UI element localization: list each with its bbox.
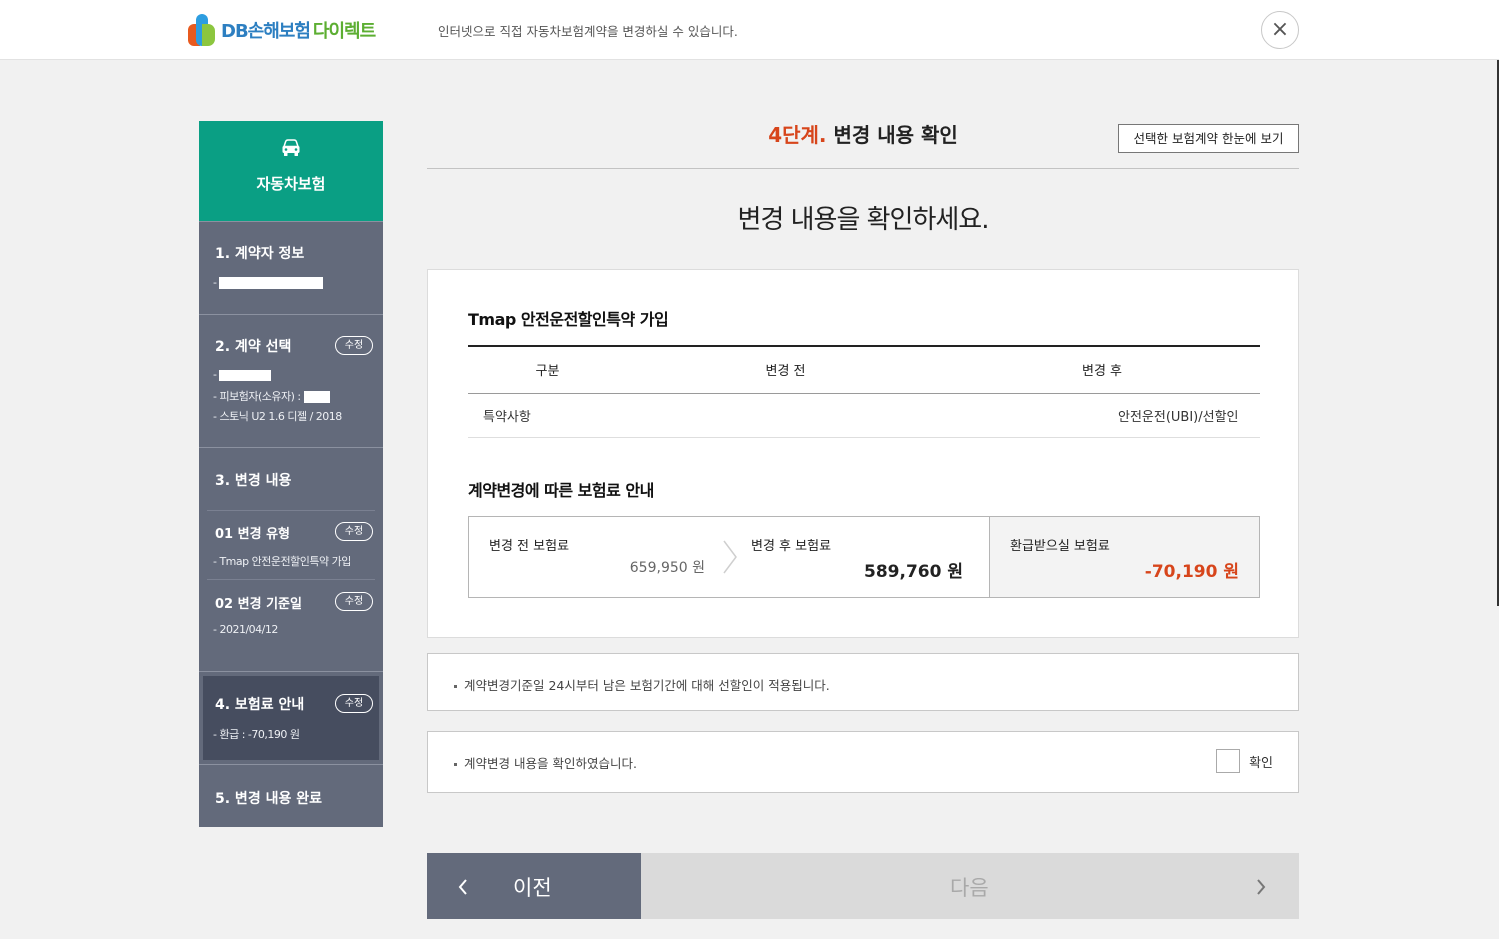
section-title-premium: 계약변경에 따른 보험료 안내	[468, 481, 654, 500]
logo-main-text: DB손해보험	[221, 21, 311, 42]
sidebar-title: 자동차보험	[256, 175, 326, 193]
step-title: 변경 내용 확인	[833, 123, 958, 147]
step-4-edit-button[interactable]: 수정	[335, 694, 373, 713]
step-3-sub-1-title: 01 변경 유형	[215, 527, 290, 542]
prev-button[interactable]: 이전	[427, 853, 641, 919]
premium-before-label: 변경 전 보험료	[489, 539, 570, 554]
step-5-title: 5. 변경 내용 완료	[215, 791, 322, 807]
chevron-left-icon	[457, 877, 469, 901]
db-logo[interactable]: DB손해보험 다이렉트	[188, 12, 376, 48]
premium-refund-cell: 환급받으실 보험료 -70,190 원	[989, 517, 1259, 597]
close-icon: ×	[1270, 17, 1290, 42]
column-header-before: 변경 전	[627, 345, 944, 394]
step-4-refund: - 환급 : -70,190 원	[213, 728, 300, 741]
view-all-contracts-button[interactable]: 선택한 보험계약 한눈에 보기	[1118, 124, 1299, 153]
cell-category: 특약사항	[468, 393, 627, 438]
divider	[207, 510, 375, 511]
chevron-right-icon	[1255, 877, 1267, 901]
confirm-text: 계약변경 내용을 확인하였습니다.	[454, 753, 637, 772]
step-sidebar: 자동차보험 1. 계약자 정보 - 2. 계약 선택 수정 - - 피보험자(소…	[199, 121, 383, 827]
divider	[427, 168, 1299, 169]
step-3-sub-1-value: - Tmap 안전운전할인특약 가입	[213, 555, 351, 568]
step-3-sub-2-edit-button[interactable]: 수정	[335, 592, 373, 611]
premium-refund-label: 환급받으실 보험료	[1010, 539, 1110, 554]
confirm-checkbox-group[interactable]: 확인	[1216, 749, 1273, 773]
sidebar-step-2[interactable]: 2. 계약 선택 수정 - - 피보험자(소유자) : - 스토닉 U2 1.6…	[199, 314, 383, 447]
next-button-label: 다음	[950, 876, 989, 900]
sidebar-step-1[interactable]: 1. 계약자 정보 -	[199, 221, 383, 314]
step-2-insured: - 피보험자(소유자) :	[213, 388, 330, 404]
step-2-title: 2. 계약 선택	[215, 339, 292, 355]
prev-button-label: 이전	[513, 876, 552, 900]
masked-info	[303, 391, 330, 403]
column-header-after: 변경 후	[944, 345, 1260, 394]
page-headline: 변경 내용을 확인하세요.	[737, 205, 990, 235]
table-row: 특약사항 안전운전(UBI)/선할인	[468, 393, 1260, 438]
step-2-edit-button[interactable]: 수정	[335, 336, 373, 355]
step-3-title: 3. 변경 내용	[215, 473, 292, 489]
top-header: DB손해보험 다이렉트 인터넷으로 직접 자동차보험계약을 변경하실 수 있습니다…	[0, 0, 1499, 60]
premium-before-value: 659,950 원	[629, 560, 705, 576]
confirm-checkbox-label: 확인	[1249, 755, 1273, 771]
premium-after-label: 변경 후 보험료	[751, 539, 832, 554]
section-title-rider: Tmap 안전운전할인특약 가입	[468, 310, 669, 329]
logo-text: DB손해보험 다이렉트	[221, 17, 376, 43]
premium-summary: 변경 전 보험료 659,950 원 변경 후 보험료 589,760 원 환급…	[468, 516, 1260, 598]
confirm-checkbox[interactable]	[1216, 749, 1241, 773]
logo-sub-text: 다이렉트	[312, 21, 376, 42]
cell-after: 안전운전(UBI)/선할인	[944, 393, 1260, 438]
confirm-box: 계약변경 내용을 확인하였습니다. 확인	[427, 731, 1299, 793]
step-3-sub-2-title: 02 변경 기준일	[215, 597, 302, 612]
sidebar-step-3[interactable]: 3. 변경 내용 01 변경 유형 수정 - Tmap 안전운전할인특약 가입 …	[199, 447, 383, 671]
masked-info	[219, 369, 272, 381]
change-summary-card: Tmap 안전운전할인특약 가입 구분 변경 전 변경 후 특약사항 안전운전(…	[427, 269, 1299, 638]
masked-info	[219, 277, 324, 289]
step-1-contractor: -	[213, 276, 324, 289]
notice-box: 계약변경기준일 24시부터 남은 보험기간에 대해 선할인이 적용됩니다.	[427, 653, 1299, 711]
notice-text: 계약변경기준일 24시부터 남은 보험기간에 대해 선할인이 적용됩니다.	[454, 675, 830, 694]
sidebar-header: 자동차보험	[199, 121, 383, 221]
change-table: 구분 변경 전 변경 후 특약사항 안전운전(UBI)/선할인	[468, 345, 1260, 438]
step-4-title: 4. 보험료 안내	[215, 697, 305, 713]
header-description: 인터넷으로 직접 자동차보험계약을 변경하실 수 있습니다.	[438, 24, 738, 39]
premium-after-value: 589,760 원	[864, 562, 963, 582]
table-header-row: 구분 변경 전 변경 후	[468, 345, 1260, 394]
premium-refund-value: -70,190 원	[1144, 562, 1239, 582]
bullet-icon	[454, 763, 457, 766]
step-3-sub-2-value: - 2021/04/12	[213, 623, 278, 636]
premium-before-cell: 변경 전 보험료 659,950 원	[469, 517, 737, 597]
car-icon	[282, 139, 300, 156]
active-step-highlight	[203, 676, 379, 760]
sidebar-step-4[interactable]: 4. 보험료 안내 수정 - 환급 : -70,190 원	[199, 671, 383, 764]
next-button[interactable]: 다음	[641, 853, 1299, 919]
column-header-category: 구분	[468, 345, 627, 394]
cell-before	[627, 393, 944, 438]
step-number: 4단계.	[768, 123, 827, 147]
step-3-sub-1-edit-button[interactable]: 수정	[335, 522, 373, 541]
premium-after-cell: 변경 후 보험료 589,760 원	[731, 517, 989, 597]
bullet-icon	[454, 685, 457, 688]
step-1-title: 1. 계약자 정보	[215, 246, 305, 262]
sidebar-step-5[interactable]: 5. 변경 내용 완료	[199, 764, 383, 827]
step-2-contract: -	[213, 368, 272, 381]
db-logo-icon	[188, 12, 218, 48]
divider	[207, 579, 375, 580]
step-2-vehicle: - 스토닉 U2 1.6 디젤 / 2018	[213, 410, 342, 423]
close-button[interactable]: ×	[1261, 11, 1299, 49]
